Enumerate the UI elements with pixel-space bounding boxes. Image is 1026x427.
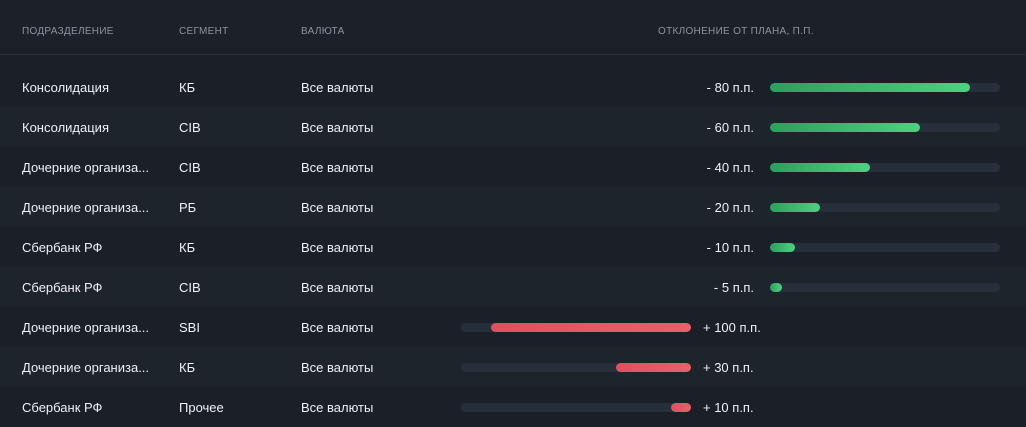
negative-deviation-bar — [770, 123, 920, 132]
currency-cell: Все валюты — [301, 400, 374, 415]
deviation-value: - 10 п.п. — [706, 240, 754, 255]
segment-cell: CIB — [179, 160, 201, 175]
column-header-segment[interactable]: Сегмент — [179, 26, 229, 37]
deviation-value: - 40 п.п. — [706, 160, 754, 175]
table-row[interactable]: Дочерние организа... CIB Все валюты - 40 п.… — [0, 147, 1026, 187]
table-row[interactable]: Дочерние организа... РБ Все валюты - 20 п.п… — [0, 187, 1026, 227]
segment-cell: CIB — [179, 120, 201, 135]
division-cell: Сбербанк РФ — [22, 400, 103, 415]
segment-cell: КБ — [179, 80, 196, 95]
segment-cell: CIB — [179, 280, 201, 295]
negative-deviation-bar — [770, 163, 870, 172]
table-row[interactable]: Консолидация КБ Все валюты - 80 п.п. — [0, 67, 1026, 107]
division-cell: Консолидация — [22, 80, 109, 95]
table-row[interactable]: Сбербанк РФ CIB Все валюты - 5 п.п. — [0, 267, 1026, 307]
deviation-value: - 20 п.п. — [706, 200, 754, 215]
deviation-bar-track — [461, 323, 691, 332]
negative-deviation-bar — [770, 243, 795, 252]
table-row[interactable]: Сбербанк РФ КБ Все валюты - 10 п.п. — [0, 227, 1026, 267]
currency-cell: Все валюты — [301, 200, 374, 215]
positive-deviation-bar — [616, 363, 691, 372]
positive-deviation-bar — [491, 323, 691, 332]
negative-deviation-bar — [770, 283, 782, 292]
currency-cell: Все валюты — [301, 280, 374, 295]
currency-cell: Все валюты — [301, 240, 374, 255]
deviation-bar-track — [770, 83, 1000, 92]
table-row[interactable]: Дочерние организа... SBI Все валюты + 100 п… — [0, 307, 1026, 347]
column-header-deviation[interactable]: Отклонение от плана, п.п. — [658, 26, 814, 37]
segment-cell: РБ — [179, 200, 197, 215]
deviation-value: - 80 п.п. — [706, 80, 754, 95]
column-header-currency[interactable]: Валюта — [301, 26, 345, 37]
currency-cell: Все валюты — [301, 160, 374, 175]
segment-cell: Прочее — [179, 400, 224, 415]
segment-cell: КБ — [179, 240, 196, 255]
division-cell: Дочерние организа... — [22, 160, 150, 175]
division-cell: Дочерние организа... — [22, 360, 150, 375]
table-row[interactable]: Сбербанк РФ Прочее Все валюты + 10 п.п. — [0, 387, 1026, 427]
segment-cell: SBI — [179, 320, 200, 335]
deviation-value: - 60 п.п. — [706, 120, 754, 135]
division-cell: Консолидация — [22, 120, 109, 135]
deviation-bar-track — [770, 163, 1000, 172]
table-row[interactable]: Дочерние организа... КБ Все валюты + 30 п.п… — [0, 347, 1026, 387]
deviation-bar-track — [461, 363, 691, 372]
currency-cell: Все валюты — [301, 120, 374, 135]
currency-cell: Все валюты — [301, 320, 374, 335]
deviation-value: + 100 п.п. — [703, 320, 761, 335]
negative-deviation-bar — [770, 83, 970, 92]
deviation-bar-track — [770, 243, 1000, 252]
deviation-bar-track — [770, 123, 1000, 132]
table-row[interactable]: Консолидация CIB Все валюты - 60 п.п. — [0, 107, 1026, 147]
division-cell: Дочерние организа... — [22, 320, 150, 335]
deviation-bar-track — [770, 283, 1000, 292]
currency-cell: Все валюты — [301, 360, 374, 375]
deviation-value: + 30 п.п. — [703, 360, 754, 375]
negative-deviation-bar — [770, 203, 820, 212]
deviation-value: + 10 п.п. — [703, 400, 754, 415]
currency-cell: Все валюты — [301, 80, 374, 95]
deviation-bar-track — [770, 203, 1000, 212]
deviation-table: Подразделение Сегмент Валюта Отклонение … — [0, 0, 1026, 415]
table-header: Подразделение Сегмент Валюта Отклонение … — [0, 0, 1026, 55]
division-cell: Сбербанк РФ — [22, 280, 103, 295]
column-header-division[interactable]: Подразделение — [22, 26, 114, 37]
division-cell: Сбербанк РФ — [22, 240, 103, 255]
division-cell: Дочерние организа... — [22, 200, 150, 215]
deviation-value: - 5 п.п. — [713, 280, 754, 295]
segment-cell: КБ — [179, 360, 196, 375]
